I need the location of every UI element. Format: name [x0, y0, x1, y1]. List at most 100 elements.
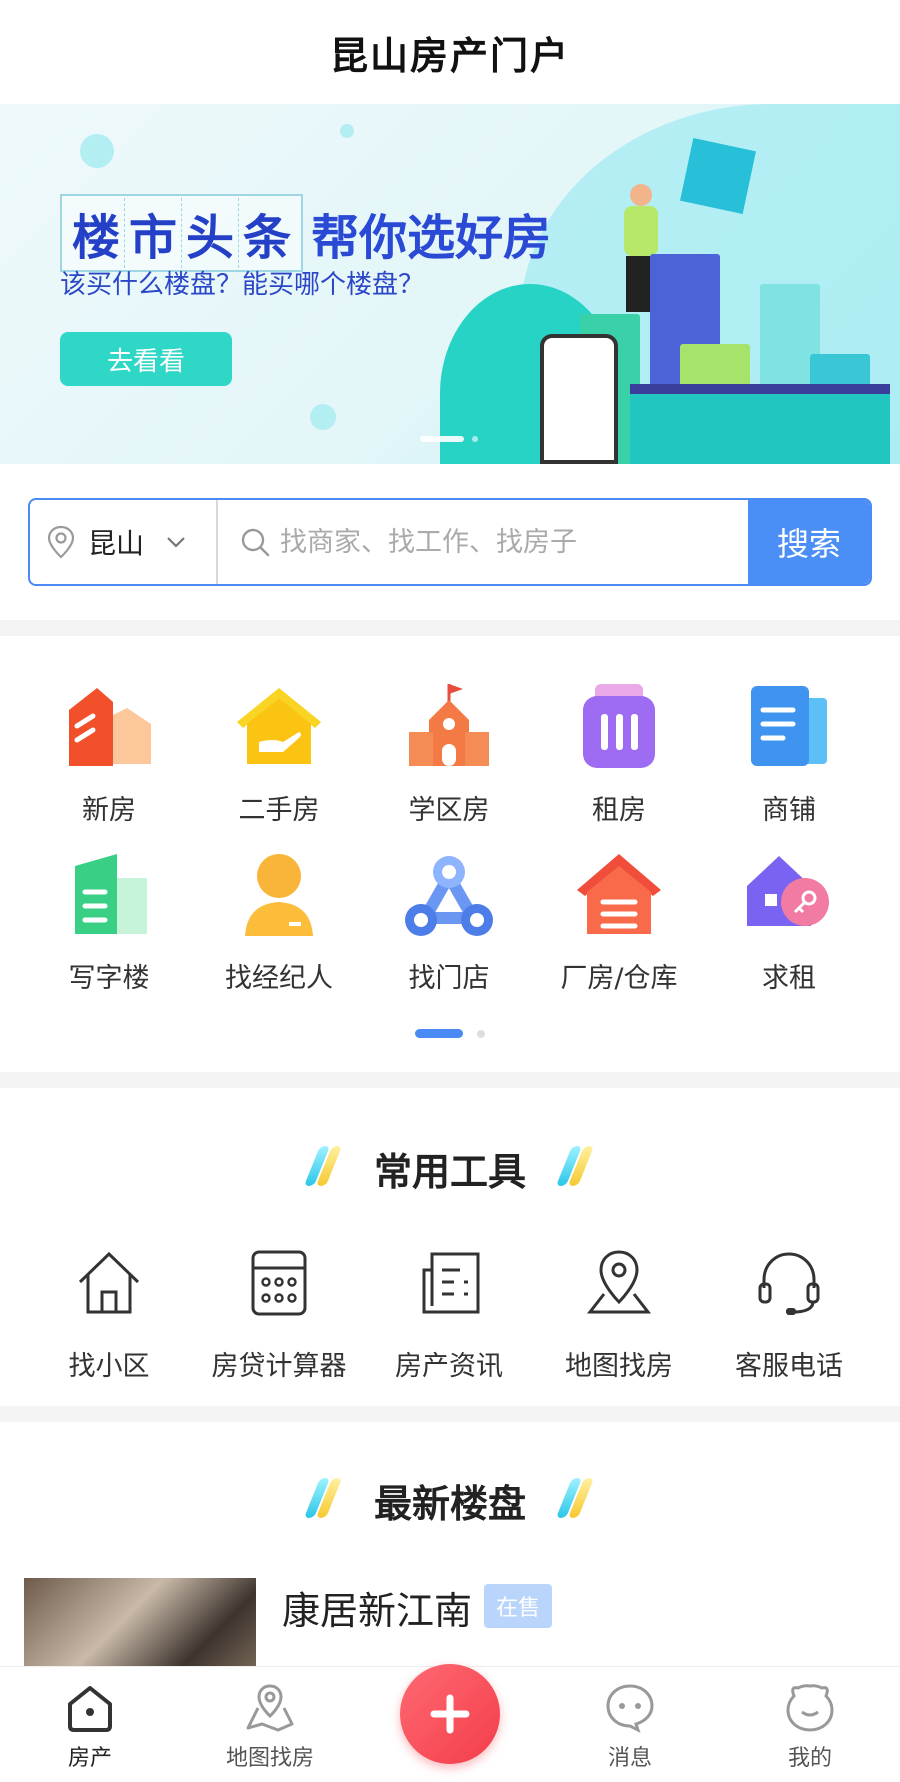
second-hand-house-icon	[237, 688, 321, 764]
search-section: 昆山 搜索	[0, 464, 900, 620]
decor-slash-icon	[555, 1146, 595, 1190]
search-button[interactable]: 搜索	[748, 500, 870, 584]
tab-messages[interactable]: 消息	[540, 1666, 720, 1782]
tool-label: 客服电话	[735, 1351, 843, 1382]
tools-heading: 常用工具	[0, 1088, 900, 1248]
tool-loan-calculator[interactable]: 房贷计算器	[194, 1248, 364, 1383]
tab-map[interactable]: 地图找房	[180, 1666, 360, 1782]
school-district-icon	[409, 684, 489, 766]
tools-section: 常用工具 找小区 房贷计算器 房产资讯 地图找房 客服电话	[0, 1088, 900, 1406]
category-store[interactable]: 找门店	[364, 832, 534, 1000]
tool-map-search[interactable]: 地图找房	[534, 1248, 704, 1383]
category-label: 求租	[762, 963, 816, 994]
banner-dot	[310, 404, 336, 430]
pager-dot	[477, 1029, 485, 1038]
page-title: 昆山房产门户	[329, 33, 570, 78]
location-pin-icon	[47, 525, 75, 559]
post-fab-button[interactable]	[400, 1664, 500, 1764]
message-tab-icon	[606, 1684, 654, 1733]
category-rental[interactable]: 租房	[534, 664, 704, 832]
map-tab-icon	[246, 1684, 294, 1732]
category-agent[interactable]: 找经纪人	[194, 832, 364, 1000]
banner-title-char: 楼	[68, 198, 126, 268]
city-name: 昆山	[88, 527, 145, 560]
category-label: 租房	[592, 795, 646, 826]
banner-title-char: 头	[182, 198, 240, 268]
category-label: 学区房	[408, 795, 490, 826]
section-title: 最新楼盘	[373, 1481, 526, 1526]
status-badge: 在售	[484, 1584, 553, 1628]
tab-label: 房产	[67, 1746, 112, 1771]
category-office[interactable]: 写字楼	[24, 832, 194, 1000]
banner-phone-illustration	[540, 334, 618, 464]
section-divider	[0, 1406, 900, 1422]
category-pager	[0, 1029, 900, 1038]
bottom-tabbar: 房产 地图找房 消息 我的	[0, 1664, 900, 1782]
search-icon	[241, 528, 270, 557]
banner-subtitle: 该买什么楼盘？能买哪个楼盘？	[60, 270, 425, 300]
shop-icon	[751, 686, 827, 766]
banner-title: 楼 市 头 条 帮你选好房	[60, 194, 551, 272]
city-selector[interactable]: 昆山	[30, 500, 218, 584]
chevron-down-icon	[167, 537, 185, 548]
category-shop[interactable]: 商铺	[704, 664, 874, 832]
new-house-icon	[69, 688, 151, 766]
banner-title-boxed: 楼 市 头 条	[60, 194, 304, 272]
tool-label: 房产资讯	[395, 1351, 503, 1382]
rental-icon	[583, 684, 655, 768]
tab-label: 消息	[607, 1746, 652, 1771]
category-label: 商铺	[762, 795, 816, 826]
office-building-icon	[75, 854, 147, 934]
category-school-district[interactable]: 学区房	[364, 664, 534, 832]
tab-label: 地图找房	[225, 1746, 314, 1771]
header: 昆山房产门户	[0, 0, 900, 104]
category-label: 写字楼	[68, 963, 150, 994]
category-second-hand[interactable]: 二手房	[194, 664, 364, 832]
banner-title-char: 条	[243, 210, 292, 266]
category-label: 厂房/仓库	[560, 963, 678, 994]
banner-title-char: 市	[125, 198, 183, 268]
headset-icon	[758, 1252, 820, 1315]
house-outline-icon	[78, 1251, 140, 1314]
newest-section: 最新楼盘 康居新江南 在售	[0, 1422, 900, 1698]
banner-pager-dot	[472, 436, 478, 442]
promo-banner[interactable]: 楼 市 头 条 帮你选好房 该买什么楼盘？能买哪个楼盘？ 去看看	[0, 104, 900, 464]
listing-name: 康居新江南	[282, 1589, 473, 1633]
banner-cube-illustration	[680, 138, 756, 214]
category-label: 找经纪人	[225, 963, 333, 994]
tab-profile[interactable]: 我的	[720, 1666, 900, 1782]
tool-label: 找小区	[68, 1351, 150, 1382]
agent-icon	[245, 854, 313, 936]
newest-heading: 最新楼盘	[0, 1422, 900, 1578]
tool-customer-service[interactable]: 客服电话	[704, 1248, 874, 1383]
store-icon	[405, 856, 493, 936]
tool-find-community[interactable]: 找小区	[24, 1248, 194, 1383]
section-divider	[0, 1072, 900, 1088]
map-pin-icon	[586, 1250, 652, 1314]
tool-label: 房贷计算器	[211, 1351, 347, 1382]
banner-basket-illustration	[630, 384, 890, 464]
banner-go-button[interactable]: 去看看	[60, 332, 232, 386]
app-root: 昆山房产门户 楼 市 头 条 帮你选好房 该买什么楼盘？能买哪个楼盘？ 去看看	[0, 0, 900, 1782]
section-divider	[0, 620, 900, 636]
decor-slash-icon	[303, 1478, 343, 1522]
category-seek-rent[interactable]: 求租	[704, 832, 874, 1000]
tool-label: 地图找房	[565, 1351, 673, 1382]
plus-icon	[430, 1694, 470, 1734]
profile-tab-icon	[786, 1684, 834, 1732]
category-new-house[interactable]: 新房	[24, 664, 194, 832]
category-warehouse[interactable]: 厂房/仓库	[534, 832, 704, 1000]
search-field[interactable]	[218, 500, 748, 584]
category-grid: 新房 二手房 学区房 租房 商铺 写字楼 找经纪人 找门店 厂房/仓库 求租	[0, 636, 900, 1072]
pager-active	[415, 1029, 463, 1038]
decor-slash-icon	[303, 1146, 343, 1190]
seek-rent-icon	[747, 856, 829, 926]
search-bar: 昆山 搜索	[28, 498, 872, 586]
banner-title-rest: 帮你选好房	[311, 210, 552, 266]
news-icon	[422, 1252, 480, 1314]
banner-pager-active	[420, 436, 464, 442]
tab-property[interactable]: 房产	[0, 1666, 180, 1782]
tool-property-news[interactable]: 房产资讯	[364, 1248, 534, 1383]
banner-dot	[80, 134, 114, 168]
search-input[interactable]	[280, 526, 700, 558]
